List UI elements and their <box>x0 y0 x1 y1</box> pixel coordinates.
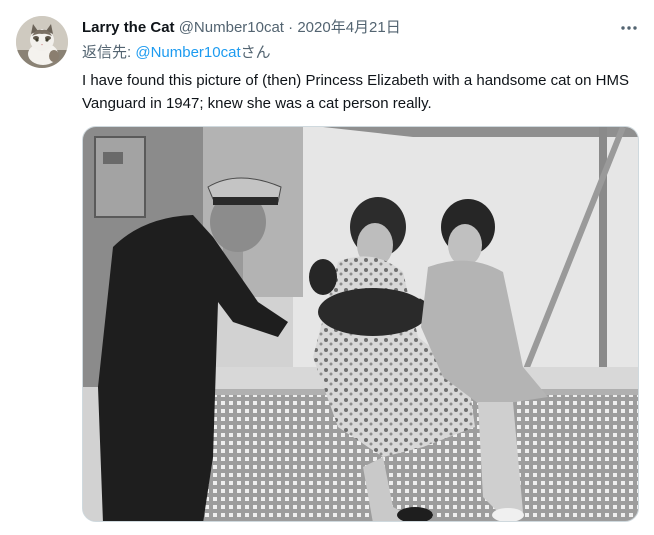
more-horizontal-icon <box>621 26 637 30</box>
tweet-header: Larry the Cat @Number10cat · 2020年4月21日 <box>82 19 401 37</box>
cat-avatar-icon <box>16 16 68 68</box>
tweet-photo[interactable] <box>82 126 639 522</box>
replying-to: 返信先: @Number10catさん <box>82 44 271 62</box>
tweet: Larry the Cat @Number10cat · 2020年4月21日 … <box>0 0 654 535</box>
user-handle[interactable]: @Number10cat <box>179 19 284 36</box>
replying-label: 返信先: <box>82 44 136 61</box>
avatar[interactable] <box>16 16 68 68</box>
more-button[interactable] <box>618 17 640 39</box>
tweet-text: I have found this picture of (then) Prin… <box>82 72 629 112</box>
display-name[interactable]: Larry the Cat <box>82 19 175 36</box>
separator-dot: · <box>288 19 294 36</box>
replying-suffix: さん <box>240 44 271 61</box>
photo-image <box>83 127 638 521</box>
reply-mention-link[interactable]: @Number10cat <box>135 44 240 61</box>
tweet-date[interactable]: 2020年4月21日 <box>297 19 400 36</box>
